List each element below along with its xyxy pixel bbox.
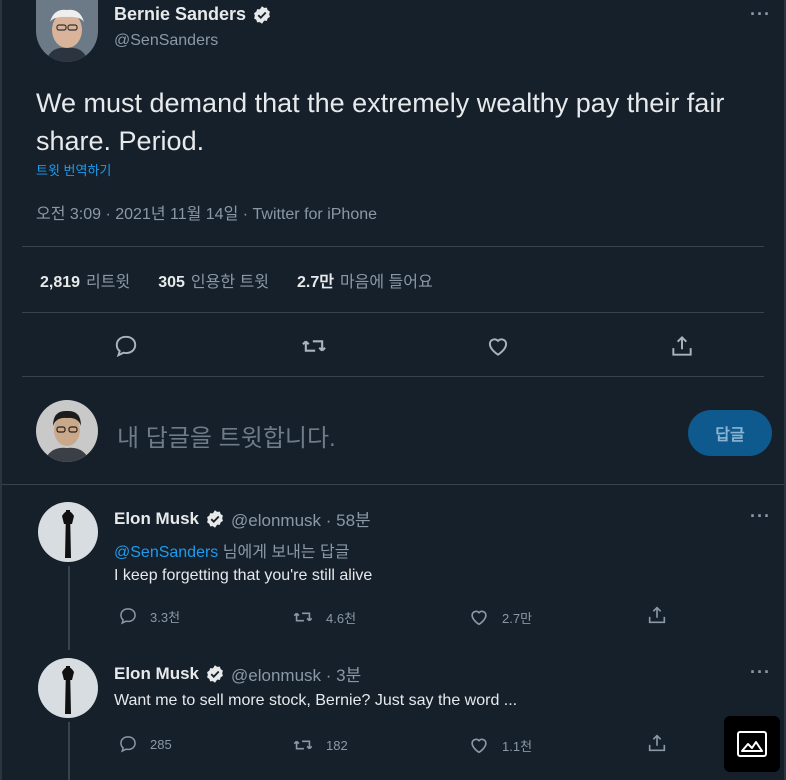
reply-input[interactable]: 내 답글을 트윗합니다. bbox=[117, 418, 336, 453]
share-icon[interactable] bbox=[666, 330, 698, 362]
mention-link[interactable]: @SenSanders bbox=[114, 544, 218, 561]
reply-action-retweet[interactable]: 4.6천 bbox=[292, 606, 356, 628]
divider bbox=[22, 376, 764, 377]
like-icon bbox=[471, 610, 487, 626]
reply-action-retweet[interactable]: 182 bbox=[292, 734, 348, 756]
reply-action-reply[interactable]: 285 bbox=[118, 734, 172, 754]
verified-badge-icon bbox=[205, 664, 225, 684]
more-icon[interactable]: ··· bbox=[750, 662, 771, 683]
reply-author-name[interactable]: Elon Musk bbox=[114, 664, 199, 684]
replying-to: @SenSanders 님에게 보내는 답글 bbox=[114, 538, 349, 562]
verified-badge-icon bbox=[205, 509, 225, 529]
reply-action-like[interactable]: 2.7만 bbox=[468, 606, 532, 628]
more-icon[interactable]: ··· bbox=[750, 4, 771, 25]
reply-action-reply[interactable]: 3.3천 bbox=[118, 606, 180, 626]
like-icon[interactable] bbox=[482, 330, 514, 362]
more-icon[interactable]: ··· bbox=[750, 506, 771, 527]
reply-author-row: Elon Musk @elonmusk · 58분 bbox=[114, 506, 371, 531]
author-handle[interactable]: @SenSanders bbox=[114, 32, 218, 50]
reply-action-like[interactable]: 1.1천 bbox=[468, 734, 532, 756]
stat-quotes[interactable]: 305 인용한 트윗 bbox=[158, 268, 269, 292]
tweet-action-bar bbox=[2, 330, 786, 366]
replying-to-suffix: 님에게 보내는 답글 bbox=[218, 544, 350, 561]
thread-line bbox=[68, 566, 70, 650]
reply-text: I keep forgetting that you're still aliv… bbox=[114, 567, 373, 584]
reply-author-avatar[interactable] bbox=[38, 502, 98, 562]
reply-handle-time[interactable]: @elonmusk · 3분 bbox=[231, 661, 361, 686]
author-name-row: Bernie Sanders bbox=[114, 4, 272, 25]
verified-badge-icon bbox=[252, 5, 272, 25]
reply-text: Want me to sell more stock, Bernie? Just… bbox=[114, 692, 518, 709]
reply-author-name[interactable]: Elon Musk bbox=[114, 509, 199, 529]
reply-icon bbox=[120, 608, 136, 625]
tweet-text: We must demand that the extremely wealth… bbox=[36, 88, 725, 156]
stat-retweets[interactable]: 2,819 리트윗 bbox=[40, 268, 130, 292]
reply-author-row: Elon Musk @elonmusk · 3분 bbox=[114, 661, 361, 686]
user-avatar[interactable] bbox=[36, 400, 98, 462]
reply-handle-time[interactable]: @elonmusk · 58분 bbox=[231, 506, 371, 531]
tweet-detail-view: Bernie Sanders @SenSanders ··· We must d… bbox=[0, 0, 786, 780]
like-count: 1.1천 bbox=[502, 738, 533, 754]
divider bbox=[2, 484, 784, 485]
retweet-count: 4.6천 bbox=[326, 610, 357, 626]
author-avatar[interactable] bbox=[36, 0, 98, 62]
reply-author-avatar[interactable] bbox=[38, 658, 98, 718]
share-icon[interactable] bbox=[646, 732, 668, 754]
thread-line bbox=[68, 722, 70, 780]
retweet-icon bbox=[293, 612, 313, 622]
divider bbox=[22, 312, 764, 313]
author-name[interactable]: Bernie Sanders bbox=[114, 4, 246, 25]
share-icon[interactable] bbox=[646, 604, 668, 626]
stat-likes[interactable]: 2.7만 마음에 들어요 bbox=[297, 268, 433, 292]
reply-icon[interactable] bbox=[110, 330, 142, 362]
tweet-stats: 2,819 리트윗 305 인용한 트윗 2.7만 마음에 들어요 bbox=[40, 268, 433, 292]
translate-link[interactable]: 트윗 번역하기 bbox=[36, 160, 111, 179]
image-icon[interactable] bbox=[724, 716, 780, 772]
retweet-icon[interactable] bbox=[298, 330, 330, 362]
reply-button[interactable]: 답글 bbox=[688, 410, 772, 456]
retweet-icon bbox=[293, 740, 313, 750]
retweet-count: 182 bbox=[326, 737, 348, 753]
like-count: 2.7만 bbox=[502, 610, 533, 626]
like-icon bbox=[471, 738, 487, 754]
tweet-meta: 오전 3:09 · 2021년 11월 14일 · Twitter for iP… bbox=[36, 206, 378, 223]
reply-icon bbox=[120, 736, 136, 753]
reply-count: 3.3천 bbox=[150, 609, 181, 625]
reply-count: 285 bbox=[150, 736, 172, 752]
divider bbox=[22, 246, 764, 247]
